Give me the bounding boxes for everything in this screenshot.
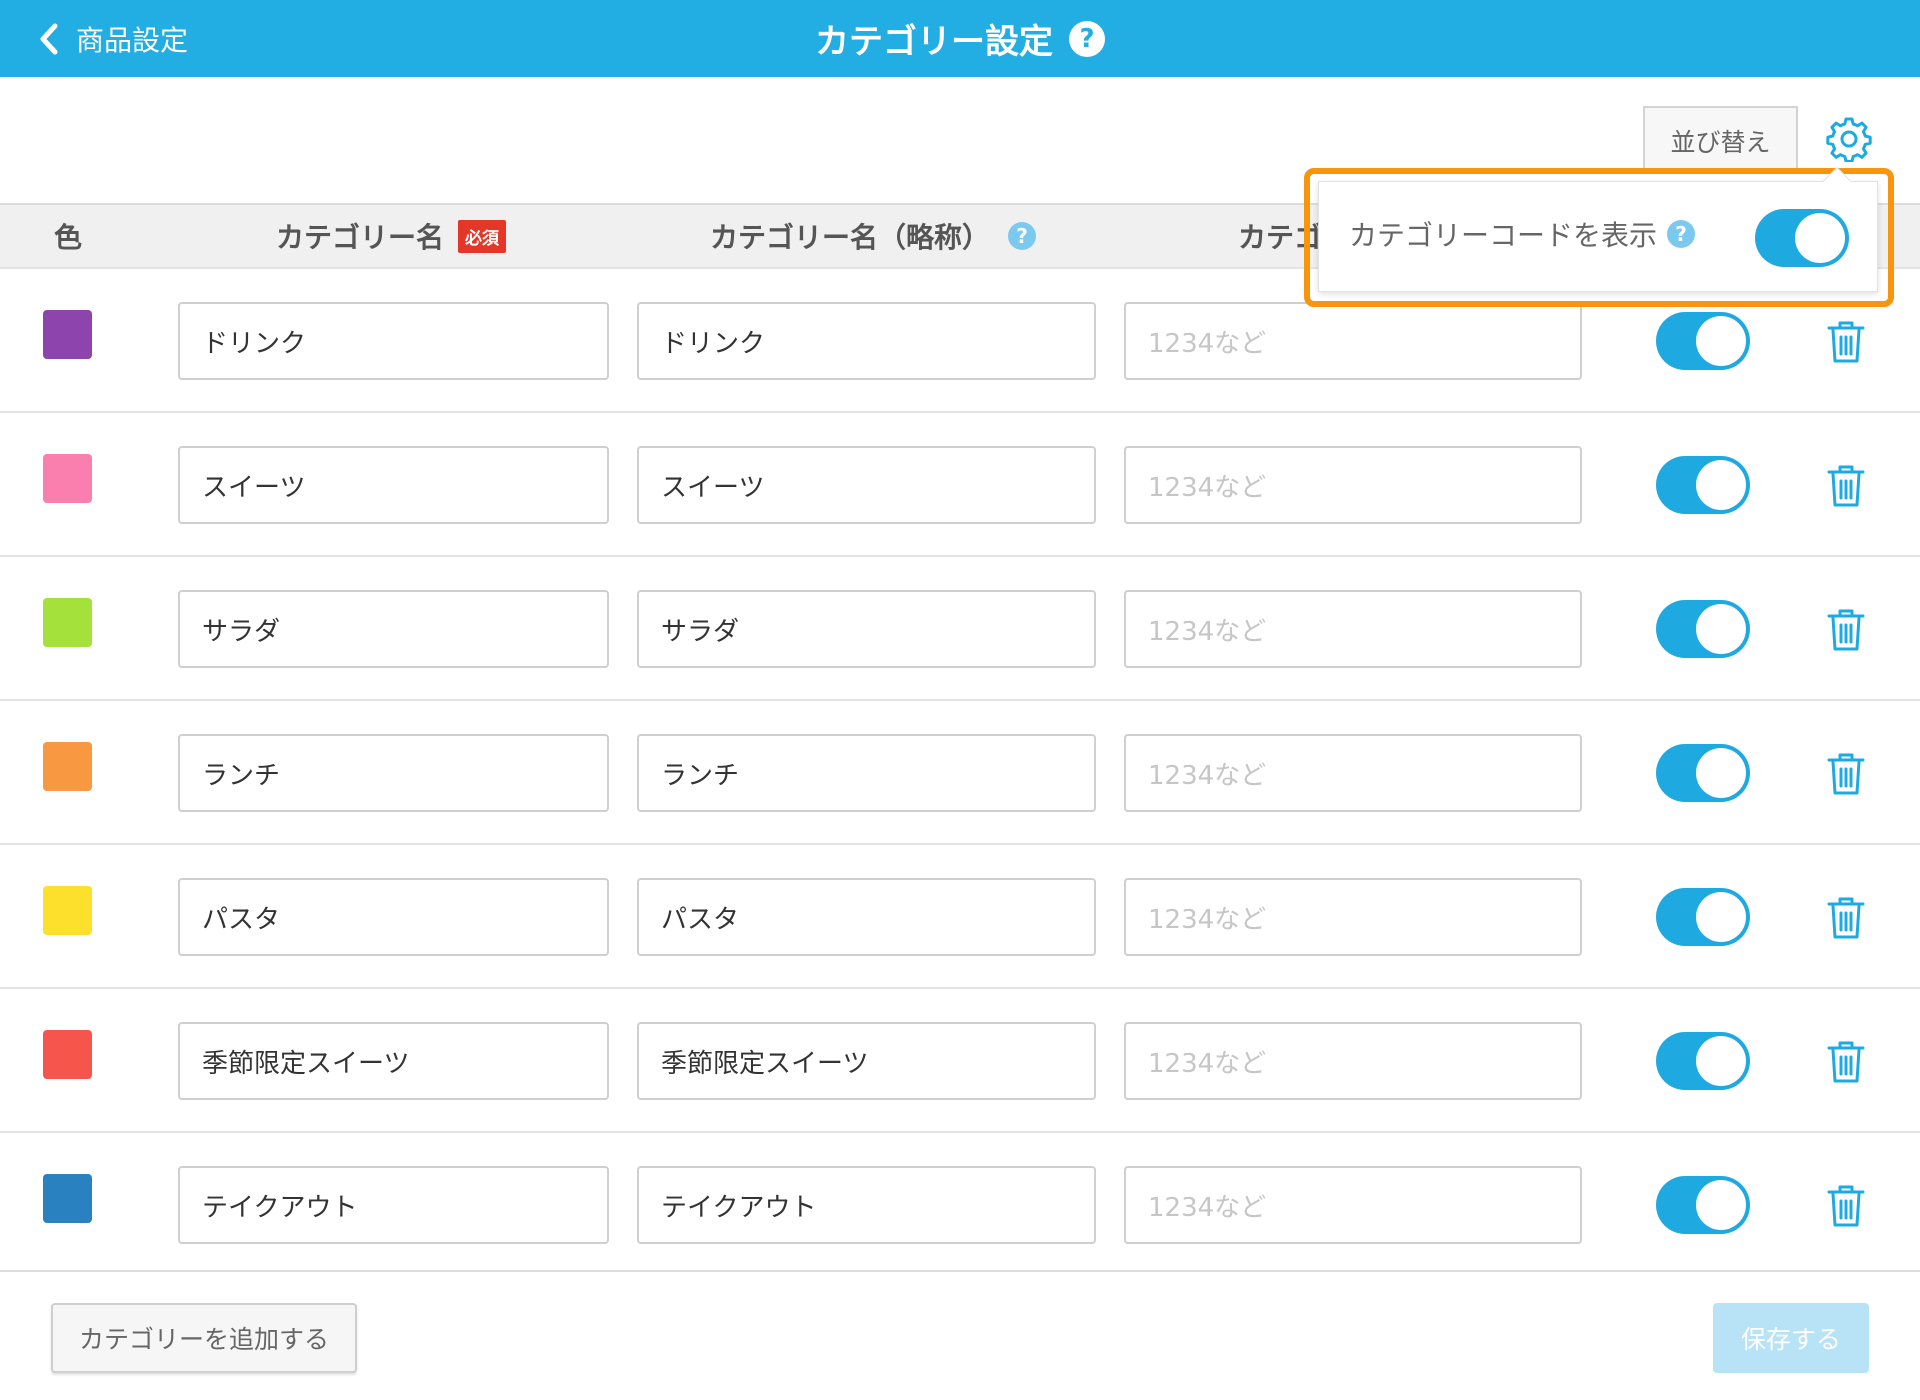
table-row: 季節限定スイーツ 季節限定スイーツ 1234など [0,989,1920,1133]
category-short-name-input[interactable]: サラダ [637,590,1096,668]
category-short-name-input[interactable]: パスタ [637,878,1096,956]
table-row: サラダ サラダ 1234など [0,557,1920,701]
category-short-name-input[interactable]: ランチ [637,734,1096,812]
category-code-input[interactable]: 1234など [1124,1022,1582,1100]
trash-icon[interactable] [1826,896,1866,940]
category-name-input[interactable]: スイーツ [178,446,609,524]
toggle-knob [1696,1180,1746,1230]
trash-icon[interactable] [1826,608,1866,652]
trash-icon[interactable] [1826,1040,1866,1084]
toggle-knob [1696,460,1746,510]
color-swatch[interactable] [43,742,92,791]
category-name-input[interactable]: パスタ [178,878,609,956]
app-header: 商品設定 カテゴリー設定 ? [0,0,1920,77]
visibility-toggle[interactable] [1656,1176,1750,1234]
gear-icon[interactable] [1826,116,1872,162]
category-short-name-input[interactable]: ドリンク [637,302,1096,380]
trash-icon[interactable] [1826,464,1866,508]
save-button[interactable]: 保存する [1713,1303,1869,1373]
visibility-toggle[interactable] [1656,1032,1750,1090]
category-name-input[interactable]: ドリンク [178,302,609,380]
color-swatch[interactable] [43,1030,92,1079]
color-swatch[interactable] [43,886,92,935]
visibility-toggle[interactable] [1656,456,1750,514]
color-swatch[interactable] [43,1174,92,1223]
footer: カテゴリーを追加する 保存する [0,1270,1920,1400]
required-badge: 必須 [458,219,507,253]
header-name: カテゴリー名 必須 [276,205,507,267]
popover-option: カテゴリーコードを表示 ? [1349,214,1696,254]
help-icon[interactable]: ? [1008,222,1037,250]
toggle-knob [1696,892,1746,942]
table-row: ランチ ランチ 1234など [0,701,1920,845]
help-icon[interactable]: ? [1069,20,1105,57]
visibility-toggle[interactable] [1656,888,1750,946]
table-row: パスタ パスタ 1234など [0,845,1920,989]
trash-icon[interactable] [1826,320,1866,364]
visibility-toggle[interactable] [1656,600,1750,658]
trash-icon[interactable] [1826,752,1866,796]
visibility-toggle[interactable] [1656,312,1750,370]
visibility-toggle[interactable] [1656,744,1750,802]
category-name-input[interactable]: 季節限定スイーツ [178,1022,609,1100]
category-short-name-input[interactable]: 季節限定スイーツ [637,1022,1096,1100]
category-code-input[interactable]: 1234など [1124,878,1582,956]
category-short-name-input[interactable]: スイーツ [637,446,1096,524]
category-name-input[interactable]: ランチ [178,734,609,812]
toggle-knob [1696,1036,1746,1086]
add-category-button[interactable]: カテゴリーを追加する [51,1303,357,1373]
category-name-input[interactable]: テイクアウト [178,1166,609,1244]
title-wrap: カテゴリー設定 ? [0,0,1920,77]
toggle-knob [1696,604,1746,654]
toggle-knob [1795,213,1845,263]
toggle-knob [1696,316,1746,366]
show-code-toggle[interactable] [1755,209,1849,267]
category-short-name-input[interactable]: テイクアウト [637,1166,1096,1244]
color-swatch[interactable] [43,598,92,647]
header-name-label: カテゴリー名 [276,221,445,254]
category-name-input[interactable]: サラダ [178,590,609,668]
category-code-input[interactable]: 1234など [1124,446,1582,524]
page-title: カテゴリー設定 [815,22,1053,62]
settings-popover: カテゴリーコードを表示 ? [1318,166,1878,292]
category-code-input[interactable]: 1234など [1124,734,1582,812]
toggle-knob [1696,748,1746,798]
show-code-label: カテゴリーコードを表示 [1349,219,1658,252]
table-row: スイーツ スイーツ 1234など [0,413,1920,557]
header-short-name-label: カテゴリー名（略称） [710,221,991,254]
category-code-input[interactable]: 1234など [1124,1166,1582,1244]
trash-icon[interactable] [1826,1184,1866,1228]
category-code-input[interactable]: 1234など [1124,590,1582,668]
header-short-name: カテゴリー名（略称） ? [710,205,1037,267]
color-swatch[interactable] [43,454,92,503]
color-swatch[interactable] [43,310,92,359]
table-row: テイクアウト テイクアウト 1234など [0,1133,1920,1277]
sort-button[interactable]: 並び替え [1643,106,1798,174]
category-code-input[interactable]: 1234など [1124,302,1582,380]
header-color: 色 [54,221,83,254]
help-icon[interactable]: ? [1667,220,1696,248]
